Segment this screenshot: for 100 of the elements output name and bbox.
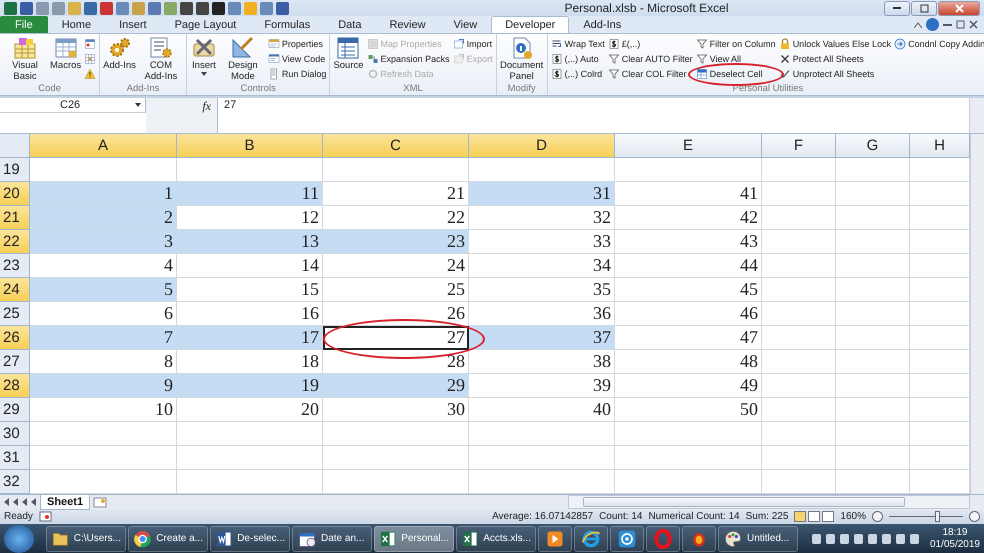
ribbon-button[interactable]: Insert [188,36,219,76]
table-cell[interactable] [836,326,910,350]
column-header[interactable]: E [615,134,762,158]
page-layout-button[interactable] [808,511,820,522]
zoom-in-button[interactable] [969,511,980,522]
table-cell[interactable]: 5 [30,278,177,302]
table-cell[interactable]: 29 [323,374,469,398]
table-cell[interactable] [910,446,970,470]
table-cell[interactable] [762,182,836,206]
ribbon-button[interactable]: Clear COL Filter [606,66,688,82]
close-button[interactable] [938,0,980,16]
table-cell[interactable] [836,302,910,326]
row-header[interactable]: 26 [0,326,30,350]
table-cell[interactable]: 2 [30,206,177,230]
table-cell[interactable] [762,350,836,374]
ribbon-button[interactable]: Design Mode [220,36,266,82]
row-header[interactable]: 22 [0,230,30,254]
ribbon-button[interactable] [83,66,98,82]
table-cell[interactable] [615,422,762,446]
table-cell[interactable] [836,422,910,446]
row-header[interactable]: 30 [0,422,30,446]
table-cell[interactable]: 26 [323,302,469,326]
table-cell[interactable]: 38 [469,350,615,374]
ribbon-button[interactable]: Properties [266,36,324,52]
zoom-slider[interactable] [935,511,940,522]
macro-record-icon[interactable] [38,511,52,522]
insert-function-button[interactable]: fx [202,99,211,114]
taskbar-button[interactable]: Personal... [374,526,454,552]
ribbon-button[interactable]: Unprotect All Sheets [778,66,876,82]
ribbon-button[interactable]: Unlock Values Else Lock [778,36,892,52]
table-cell[interactable] [762,422,836,446]
table-cell[interactable] [910,422,970,446]
ribbon-button[interactable]: Wrap Text [550,36,606,52]
table-cell[interactable]: 31 [469,182,615,206]
table-cell[interactable]: 32 [469,206,615,230]
start-button[interactable] [4,524,34,553]
table-cell[interactable] [910,206,970,230]
table-cell[interactable] [762,446,836,470]
row-header[interactable]: 25 [0,302,30,326]
taskbar-button[interactable]: Create a... [128,526,208,552]
taskbar-button[interactable] [610,526,644,552]
scrollbar[interactable] [970,134,984,494]
ribbon-tab[interactable]: View [440,16,492,34]
table-cell[interactable]: 46 [615,302,762,326]
column-header[interactable]: C [323,134,469,158]
table-cell[interactable]: 34 [469,254,615,278]
ribbon-button[interactable]: Deselect Cell [694,66,764,82]
table-cell[interactable] [323,158,469,182]
table-cell[interactable] [323,446,469,470]
row-header[interactable]: 19 [0,158,30,182]
table-cell[interactable]: 20 [177,398,323,422]
restore-icon[interactable] [956,20,965,30]
ribbon-tab[interactable]: File [0,16,48,34]
table-cell[interactable] [836,278,910,302]
table-cell[interactable]: 23 [323,230,469,254]
table-cell[interactable] [910,254,970,278]
table-cell[interactable] [762,278,836,302]
restore-button[interactable] [911,0,937,16]
tray-icon[interactable] [910,534,919,544]
column-header[interactable]: F [762,134,836,158]
ribbon-tab[interactable]: Page Layout [160,16,250,34]
table-cell[interactable]: 48 [615,350,762,374]
row-header[interactable]: 21 [0,206,30,230]
table-cell[interactable]: 10 [30,398,177,422]
select-all-corner[interactable] [0,134,30,158]
row-header[interactable]: 24 [0,278,30,302]
table-cell[interactable] [762,302,836,326]
table-cell[interactable]: 44 [615,254,762,278]
tray-icon[interactable] [868,534,877,544]
zoom-level[interactable]: 160% [840,511,866,522]
table-cell[interactable] [836,206,910,230]
ribbon-tab[interactable]: Formulas [250,16,324,34]
ribbon-button[interactable]: Expansion Packs [366,51,451,66]
table-cell[interactable] [910,182,970,206]
toolbar-icon[interactable] [212,2,225,15]
ribbon-tab[interactable]: Review [375,16,440,34]
minimize-button[interactable] [884,0,910,16]
ribbon-button[interactable]: Import [452,36,494,52]
table-cell[interactable] [469,446,615,470]
column-header[interactable]: H [910,134,970,158]
table-cell[interactable]: 25 [323,278,469,302]
ribbon-button[interactable]: Source [332,36,365,72]
table-cell[interactable] [910,374,970,398]
ribbon-button[interactable]: COM Add-Ins [138,36,184,82]
page-break-button[interactable] [822,511,834,522]
table-cell[interactable] [762,398,836,422]
taskbar-button[interactable]: C:\Users... [46,526,126,552]
ribbon-button[interactable]: Protect All Sheets [778,51,865,66]
ribbon-button[interactable]: Add-Ins [102,36,137,72]
ribbon-button[interactable]: Filter on Column [694,36,777,52]
taskbar-button[interactable] [538,526,572,552]
table-cell[interactable] [836,398,910,422]
column-header[interactable]: G [836,134,910,158]
ribbon-tab[interactable]: Developer [491,16,570,34]
table-cell[interactable]: 43 [615,230,762,254]
table-cell[interactable] [836,254,910,278]
new-sheet-icon[interactable] [93,496,108,508]
column-header[interactable]: B [177,134,323,158]
ribbon-button[interactable]: Visual Basic [2,36,48,82]
table-cell[interactable] [615,158,762,182]
